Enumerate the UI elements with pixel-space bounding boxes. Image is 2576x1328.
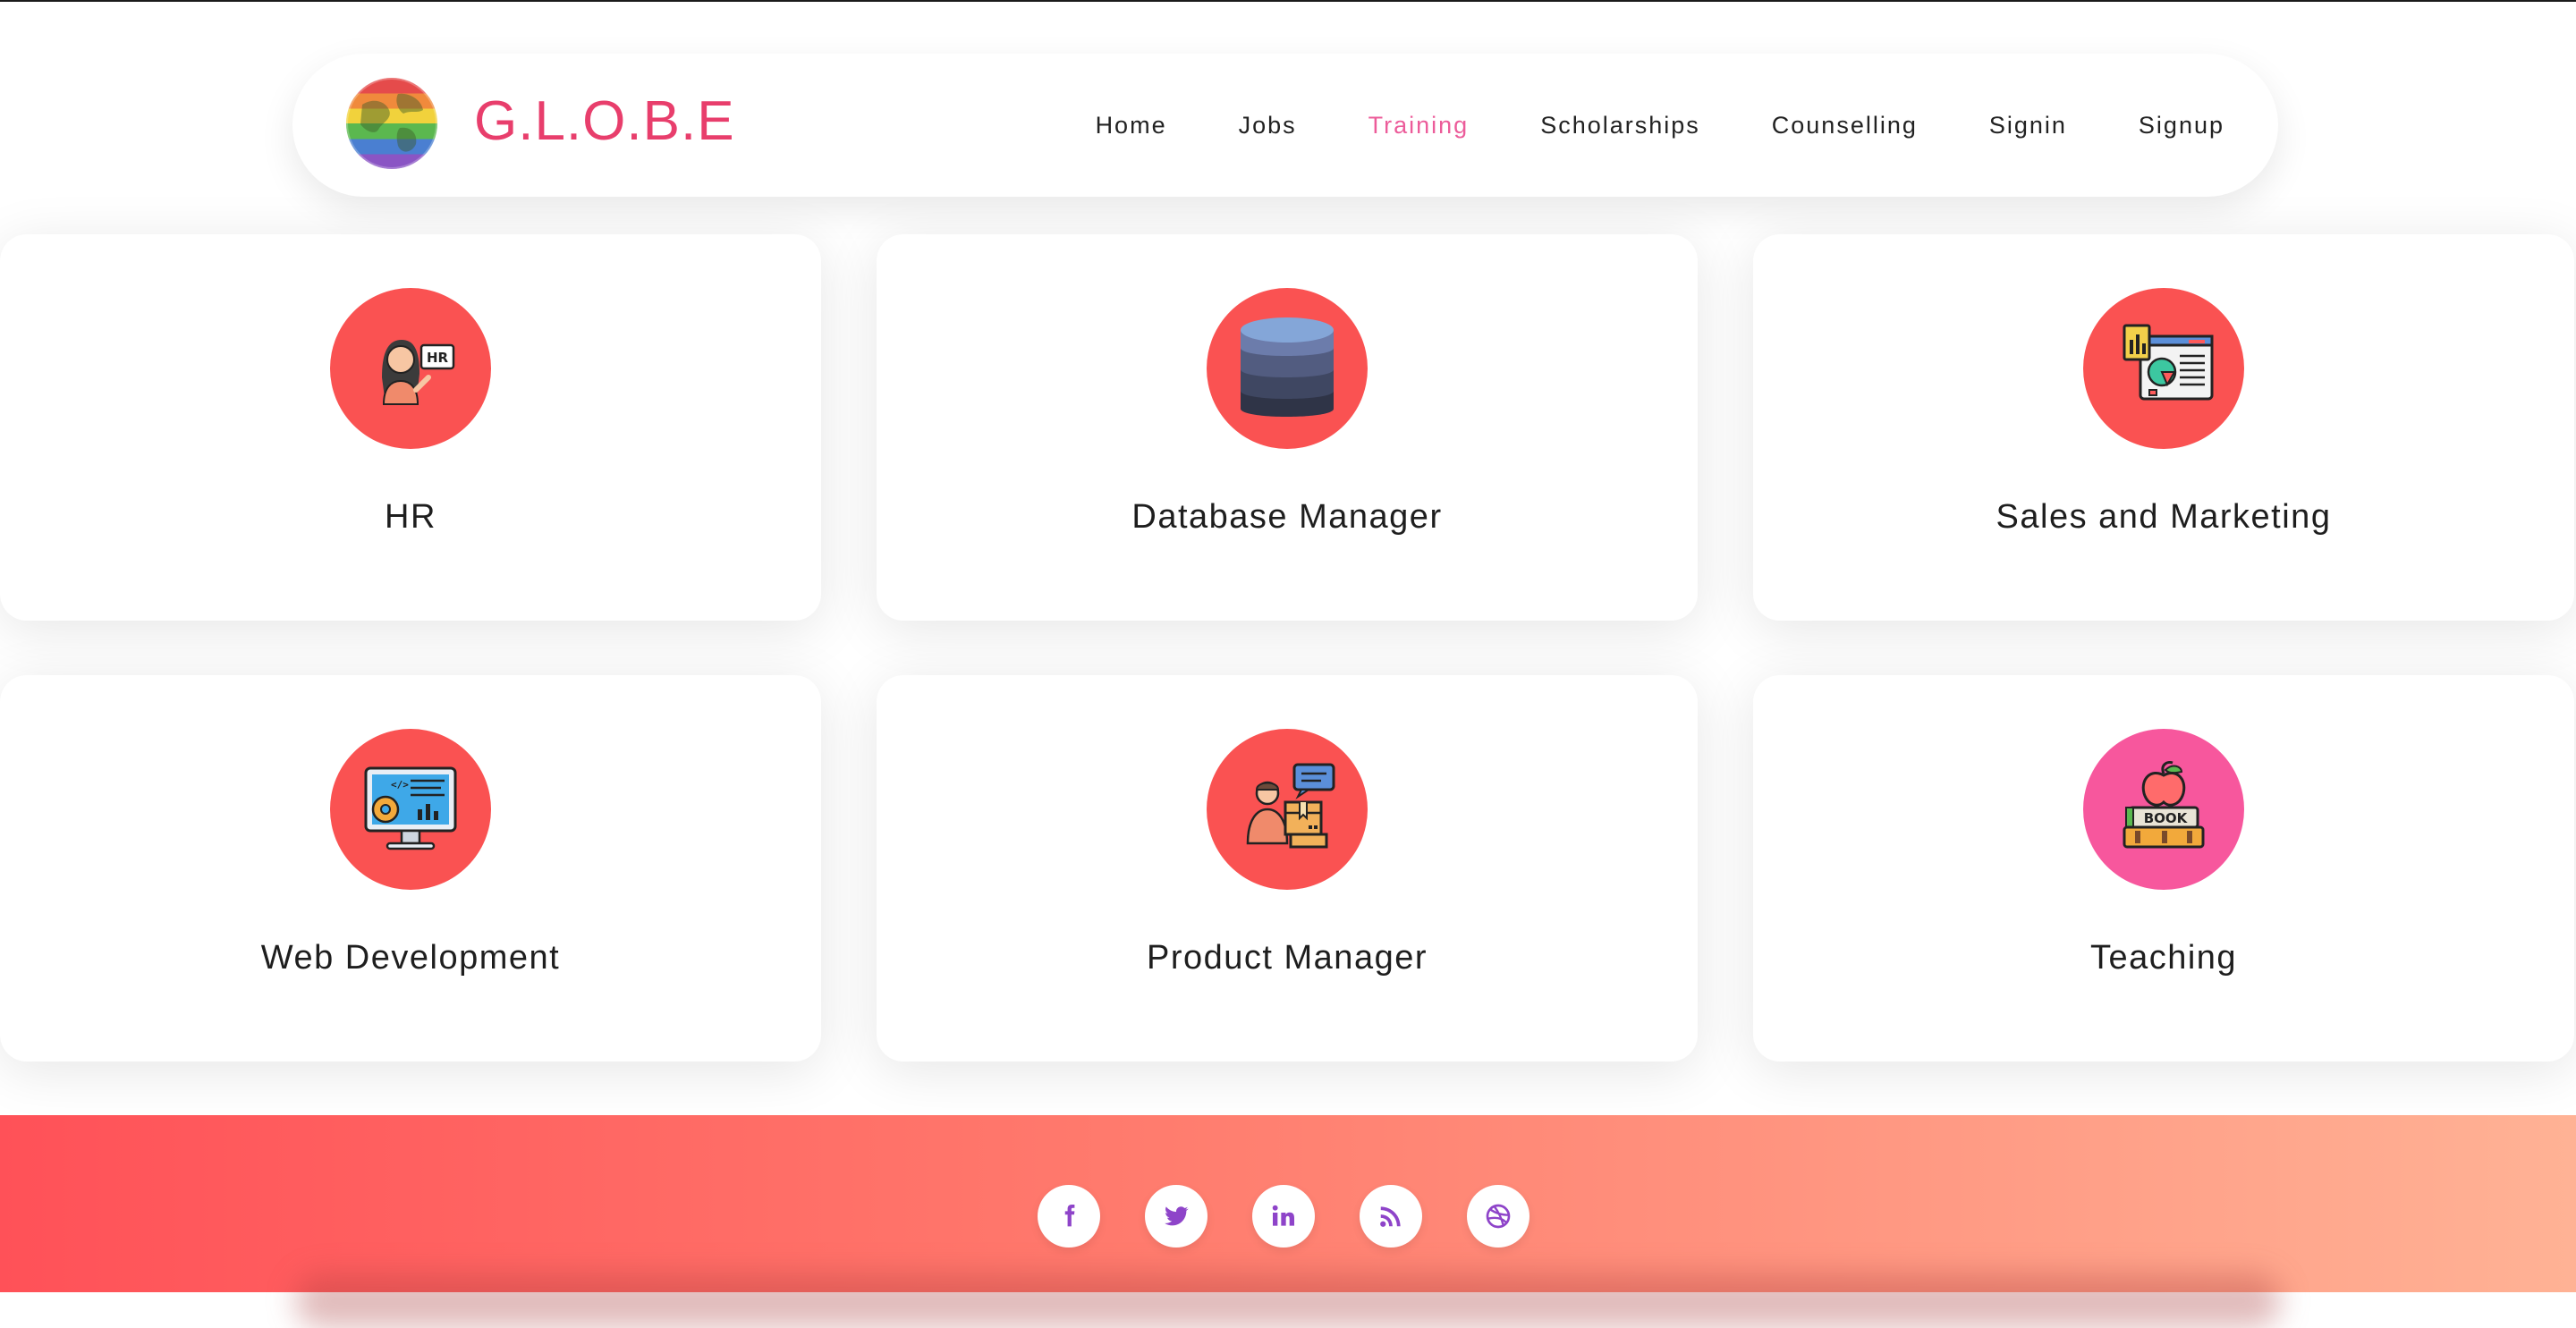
linkedin-button[interactable] xyxy=(1252,1185,1315,1248)
nav-training[interactable]: Training xyxy=(1333,112,1505,140)
sales-report-icon xyxy=(2083,288,2244,449)
database-icon xyxy=(1207,288,1368,449)
card-title: HR xyxy=(385,498,436,536)
product-manager-icon xyxy=(1207,729,1368,890)
linkedin-icon xyxy=(1272,1205,1294,1226)
hr-presenter-icon: HR xyxy=(330,288,491,449)
card-title: Web Development xyxy=(260,939,561,977)
nav-signup[interactable]: Signup xyxy=(2103,112,2224,140)
nav-counselling[interactable]: Counselling xyxy=(1736,112,1953,140)
rss-button[interactable] xyxy=(1360,1185,1422,1248)
nav-menu: Home Jobs Training Scholarships Counsell… xyxy=(1060,54,2224,197)
nav-jobs[interactable]: Jobs xyxy=(1203,112,1333,140)
twitter-icon xyxy=(1165,1206,1189,1226)
card-product-manager[interactable]: Product Manager xyxy=(877,675,1698,1062)
card-hr[interactable]: HR HR xyxy=(0,234,821,621)
twitter-button[interactable] xyxy=(1145,1185,1208,1248)
card-web-development[interactable]: </> Web Development xyxy=(0,675,821,1062)
footer-shadow xyxy=(295,1274,2281,1328)
facebook-icon xyxy=(1064,1204,1075,1227)
card-title: Sales and Marketing xyxy=(1996,498,2332,536)
nav-home[interactable]: Home xyxy=(1060,112,1203,140)
card-title: Database Manager xyxy=(1131,498,1443,536)
nav-signin[interactable]: Signin xyxy=(1953,112,2103,140)
training-card-grid: HR HR Database Manager Sales and Marketi… xyxy=(0,234,2576,1062)
rainbow-globe-icon[interactable] xyxy=(346,78,437,169)
book-apple-icon: BOOK xyxy=(2083,729,2244,890)
card-title: Product Manager xyxy=(1147,939,1428,977)
card-title: Teaching xyxy=(2089,939,2238,977)
dribbble-button[interactable] xyxy=(1467,1185,1530,1248)
social-links xyxy=(1038,1185,1530,1248)
nav-scholarships[interactable]: Scholarships xyxy=(1504,112,1736,140)
facebook-button[interactable] xyxy=(1038,1185,1100,1248)
brand-name[interactable]: G.L.O.B.E xyxy=(474,86,735,157)
web-development-monitor-icon: </> xyxy=(330,729,491,890)
footer xyxy=(0,1115,2576,1328)
card-sales-and-marketing[interactable]: Sales and Marketing xyxy=(1753,234,2574,621)
svg-text:BOOK: BOOK xyxy=(2144,810,2189,826)
navbar: G.L.O.B.E Home Jobs Training Scholarship… xyxy=(292,54,2278,197)
card-teaching[interactable]: BOOK Teaching xyxy=(1753,675,2574,1062)
dribbble-icon xyxy=(1486,1204,1511,1229)
svg-text:HR: HR xyxy=(427,350,449,366)
card-database-manager[interactable]: Database Manager xyxy=(877,234,1698,621)
svg-text:</>: </> xyxy=(391,779,409,791)
rss-icon xyxy=(1380,1206,1401,1227)
